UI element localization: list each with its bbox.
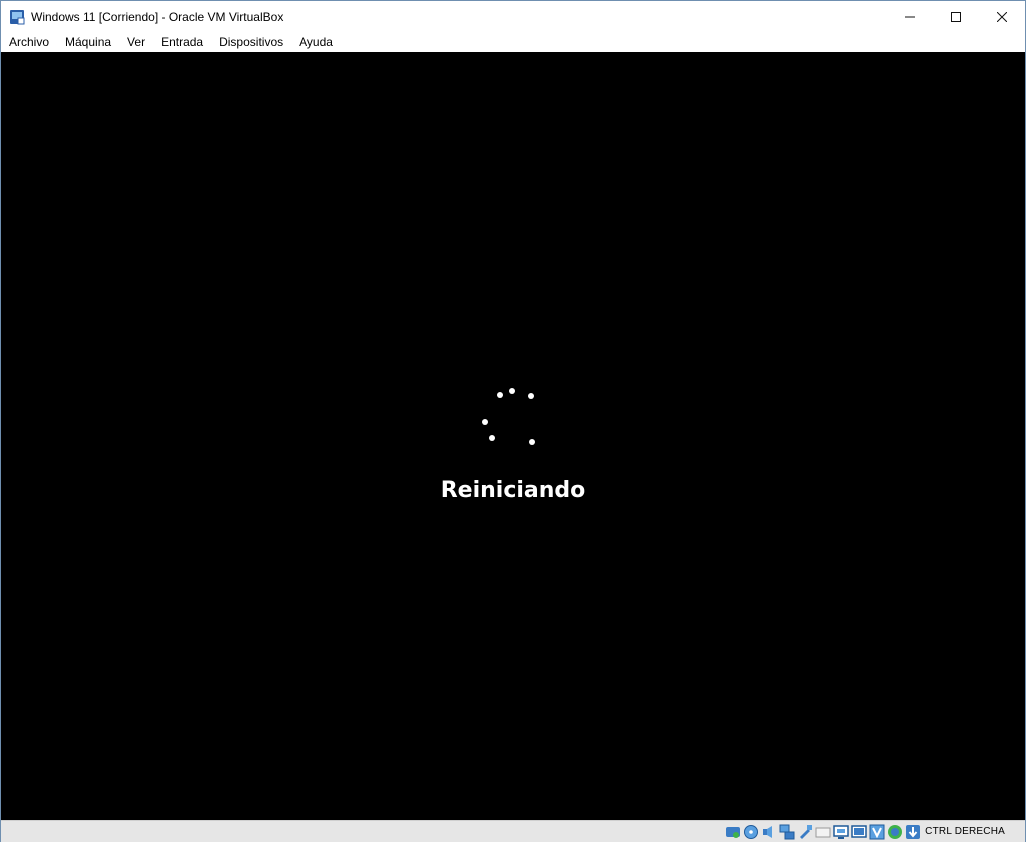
spinner-dot <box>482 419 488 425</box>
spinner-dot <box>489 435 495 441</box>
spinner-dot <box>497 392 503 398</box>
close-icon <box>997 11 1007 22</box>
shared-folders-icon[interactable] <box>815 824 831 840</box>
close-button[interactable] <box>979 1 1025 32</box>
mouse-integration-icon[interactable] <box>887 824 903 840</box>
video-capture-icon[interactable] <box>851 824 867 840</box>
menu-archivo[interactable]: Archivo <box>1 32 57 52</box>
network-icon[interactable] <box>779 824 795 840</box>
display-icon[interactable] <box>833 824 849 840</box>
minimize-button[interactable] <box>887 1 933 32</box>
spinner-dot <box>529 439 535 445</box>
window-title: Windows 11 [Corriendo] - Oracle VM Virtu… <box>31 9 284 24</box>
restart-status-text: Reiniciando <box>440 478 586 503</box>
menu-bar: Archivo Máquina Ver Entrada Dispositivos… <box>1 32 1025 52</box>
title-bar[interactable]: Windows 11 [Corriendo] - Oracle VM Virtu… <box>1 1 1025 32</box>
status-bar: CTRL DERECHA <box>1 820 1025 842</box>
virtualbox-app-icon <box>9 9 25 25</box>
window-controls <box>887 1 1025 32</box>
menu-entrada[interactable]: Entrada <box>153 32 211 52</box>
maximize-button[interactable] <box>933 1 979 32</box>
virtualbox-window: Windows 11 [Corriendo] - Oracle VM Virtu… <box>0 0 1026 842</box>
menu-ver[interactable]: Ver <box>119 32 153 52</box>
menu-dispositivos[interactable]: Dispositivos <box>211 32 291 52</box>
maximize-icon <box>951 11 961 22</box>
spinner-dot <box>528 393 534 399</box>
menu-maquina[interactable]: Máquina <box>57 32 119 52</box>
usb-icon[interactable] <box>797 824 813 840</box>
menu-ayuda[interactable]: Ayuda <box>291 32 341 52</box>
vt-x-icon[interactable] <box>869 824 885 840</box>
minimize-icon <box>905 16 915 17</box>
spinner-dot <box>509 388 515 394</box>
keyboard-icon[interactable] <box>905 824 921 840</box>
host-key-label: CTRL DERECHA <box>925 826 1005 837</box>
vm-display[interactable]: Reiniciando <box>1 52 1025 820</box>
loading-spinner <box>1 52 1025 820</box>
audio-icon[interactable] <box>761 824 777 840</box>
hard-disk-icon[interactable] <box>725 824 741 840</box>
optical-drive-icon[interactable] <box>743 824 759 840</box>
